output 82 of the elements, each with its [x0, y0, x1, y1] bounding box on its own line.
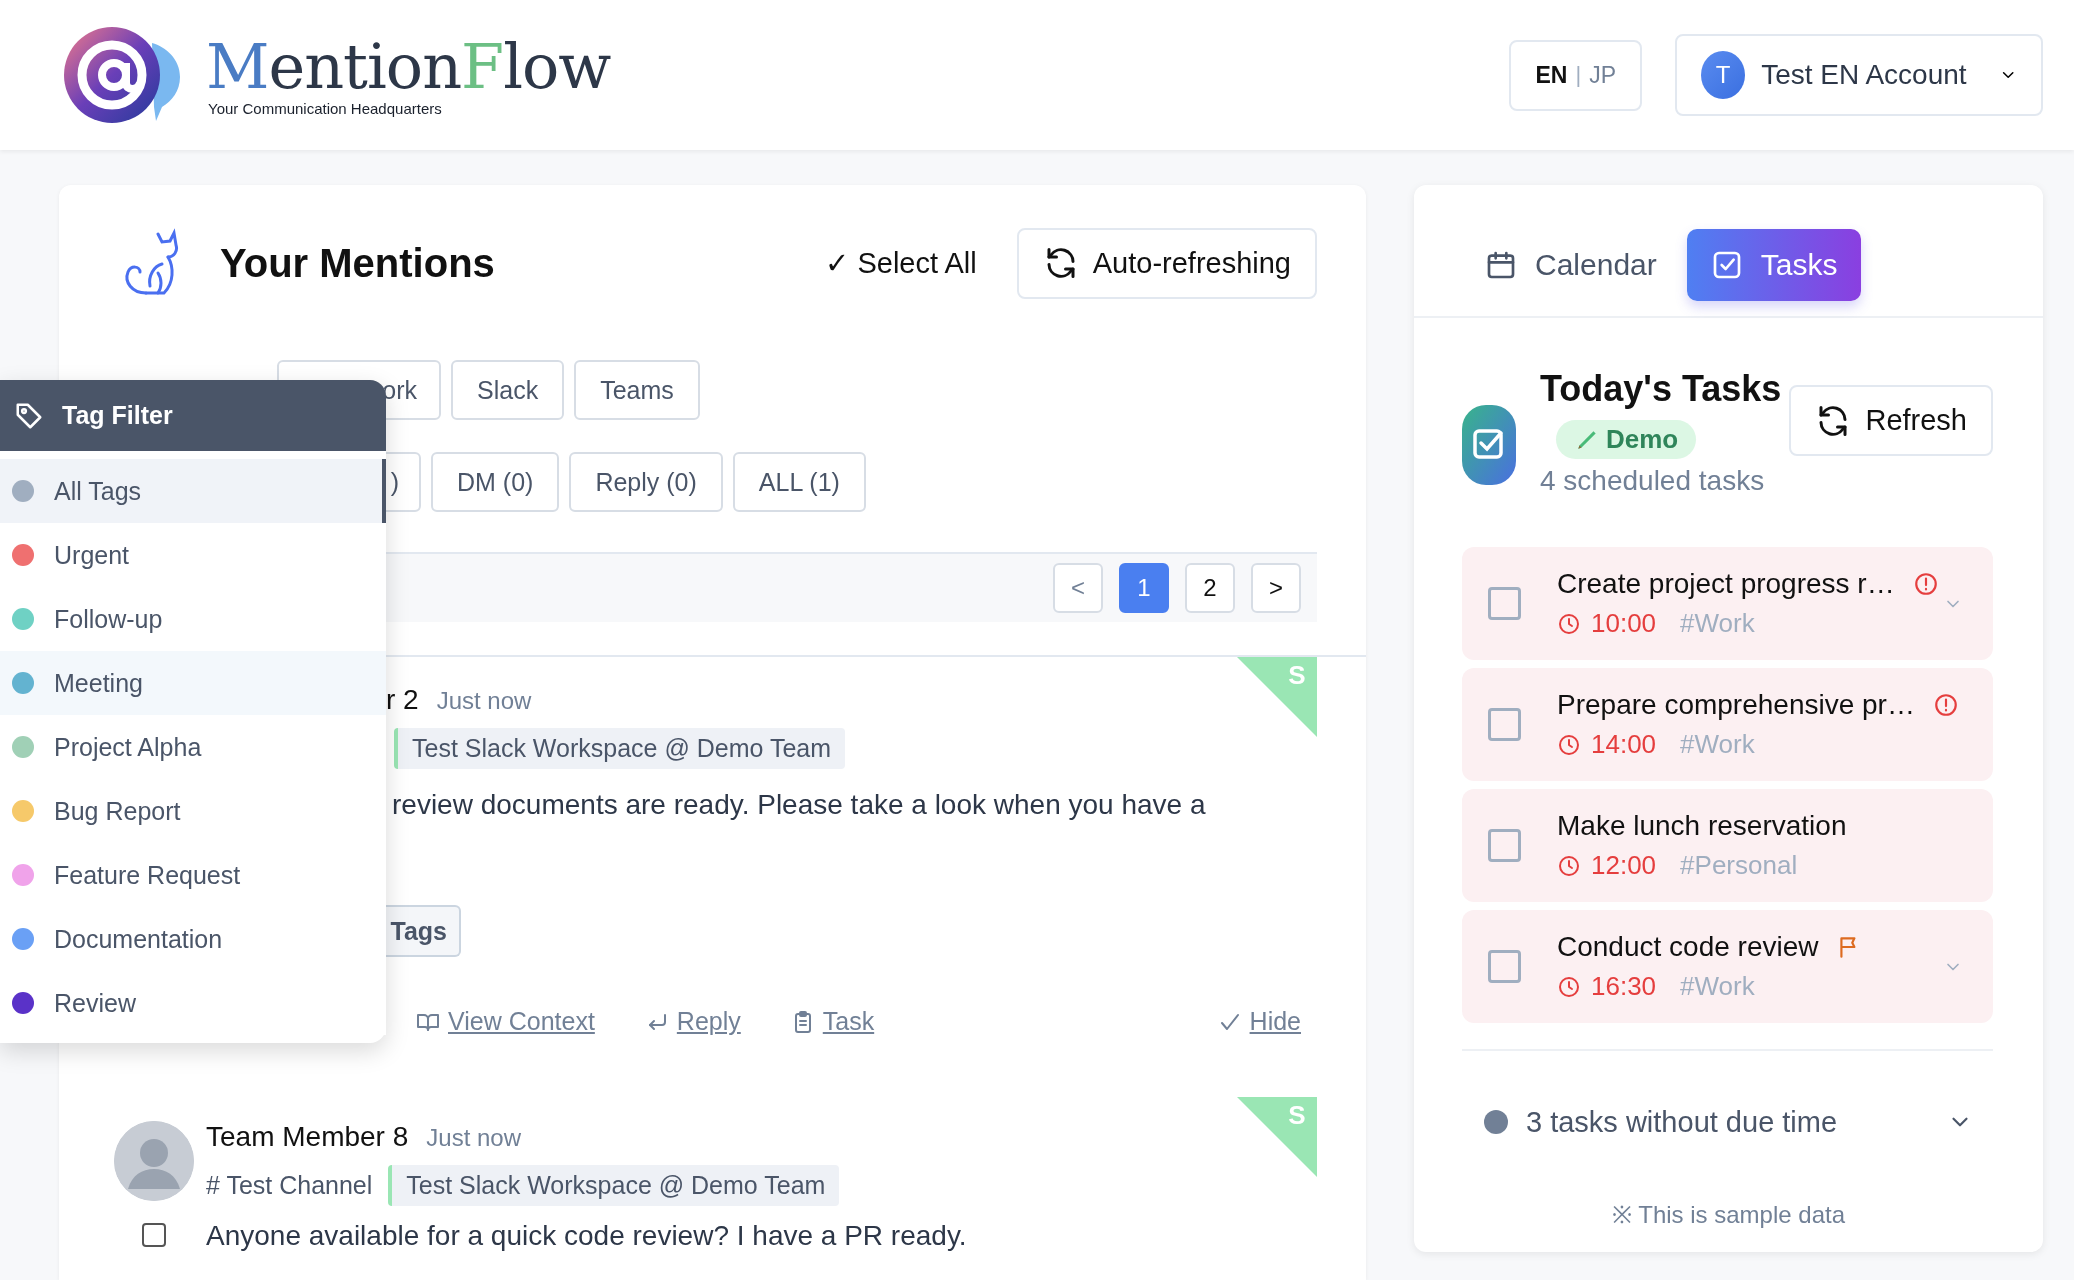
author-name: r 2: [386, 684, 419, 716]
task-title: Conduct code review: [1557, 931, 1819, 963]
action-link[interactable]: Task: [790, 1007, 875, 1036]
clock-icon: [1557, 974, 1581, 999]
clock-icon: [1557, 732, 1581, 757]
tag-option[interactable]: Follow-up: [0, 587, 386, 651]
panel-title: Today's Tasks: [1540, 368, 1783, 410]
clock-icon: [1557, 611, 1581, 636]
account-name: Test EN Account: [1761, 59, 1967, 91]
filter-button[interactable]: Teams: [574, 360, 700, 420]
popup-title: Tag Filter: [62, 401, 173, 430]
message-text: Anyone available for a quick code review? I have a PR ready.: [206, 1220, 967, 1252]
tag-option[interactable]: All Tags: [0, 459, 386, 523]
account-menu[interactable]: T Test EN Account: [1675, 34, 2043, 116]
message-text: review documents are ready. Please take a look when you have a: [392, 789, 1207, 821]
source-corner-badge: S: [1237, 1097, 1317, 1177]
action-link[interactable]: Hide: [1217, 1007, 1301, 1036]
calendar-icon: [1485, 249, 1517, 281]
task-count: 4 scheduled tasks: [1540, 465, 1766, 497]
auto-refresh-button[interactable]: Auto-refreshing: [1016, 227, 1317, 299]
task-card[interactable]: Prepare comprehensive pr… 14:00 #Work: [1462, 668, 1993, 781]
task-time: 10:00: [1557, 608, 1657, 639]
task-time: 12:00: [1557, 850, 1657, 881]
separator: |: [1575, 62, 1582, 88]
task-checkbox[interactable]: [1488, 587, 1521, 620]
refresh-button[interactable]: Refresh: [1789, 385, 1993, 456]
timestamp: Just now: [436, 687, 532, 715]
select-checkbox[interactable]: [142, 1223, 166, 1247]
task-checkbox[interactable]: [1488, 950, 1521, 983]
task-tag: #Work: [1680, 608, 1755, 639]
page-button[interactable]: 2: [1185, 563, 1235, 613]
filter-button[interactable]: Reply (0): [569, 452, 723, 512]
task-checkbox-logo-icon: [1462, 405, 1516, 485]
tag-option[interactable]: Documentation: [0, 907, 386, 971]
action-link[interactable]: View Context: [416, 1007, 595, 1036]
filter-button[interactable]: Slack: [451, 360, 565, 420]
badge-label: Demo: [1606, 424, 1679, 455]
tags-button[interactable]: Tags: [386, 905, 461, 957]
timestamp: Just now: [426, 1124, 521, 1152]
task-title: Make lunch reservation: [1557, 810, 1847, 842]
section-title: Your Mentions: [220, 240, 496, 286]
task-time: 16:30: [1557, 971, 1657, 1002]
author-name: Team Member 8: [206, 1121, 409, 1153]
previous-page-button[interactable]: <: [1053, 563, 1103, 613]
task-time: 14:00: [1557, 729, 1657, 760]
undated-tasks-toggle[interactable]: 3 tasks without due time: [1414, 1097, 2043, 1147]
status-dot-icon: [1484, 1110, 1508, 1134]
workspace-tag: Test Slack Workspace @ Demo Team: [394, 728, 846, 769]
select-all-button[interactable]: ✓ Select All: [825, 246, 977, 280]
task-checkbox[interactable]: [1488, 829, 1521, 862]
task-title: Prepare comprehensive pr…: [1557, 689, 1915, 721]
tab[interactable]: Calendar: [1485, 229, 1657, 301]
page-button[interactable]: 1: [1119, 563, 1169, 613]
app-title: MentionFlow: [206, 33, 611, 100]
task-card[interactable]: Conduct code review 16:30 #Work: [1462, 910, 1993, 1023]
task-title: Create project progress r…: [1557, 568, 1895, 600]
filter-button[interactable]: ALL (1): [732, 452, 866, 512]
language-option[interactable]: EN: [1535, 61, 1568, 89]
language-option[interactable]: JP: [1589, 61, 1616, 89]
tab[interactable]: Tasks: [1686, 229, 1862, 301]
tag-option[interactable]: Review: [0, 971, 386, 1035]
channel-name: # Test Channel: [206, 1171, 373, 1200]
task-tag: #Work: [1680, 971, 1755, 1002]
filter-button[interactable]: DM (0): [431, 452, 560, 512]
source-corner-badge: S: [1237, 657, 1317, 737]
action-link[interactable]: Reply: [644, 1007, 741, 1036]
account-avatar: T: [1701, 51, 1746, 99]
task-card[interactable]: Make lunch reservation 12:00 #Personal: [1462, 789, 1993, 902]
tagline: Your Communication Headquarters: [208, 99, 443, 117]
workspace-tag: Test Slack Workspace @ Demo Team: [388, 1165, 840, 1206]
task-tag: #Work: [1680, 729, 1755, 760]
tag-option[interactable]: Meeting: [0, 651, 386, 715]
tag-option[interactable]: Bug Report: [0, 779, 386, 843]
sample-data-note: ※ This is sample data: [1611, 1200, 1846, 1230]
next-page-button[interactable]: >: [1251, 563, 1301, 613]
clock-icon: [1557, 853, 1581, 878]
task-tag: #Personal: [1680, 850, 1798, 881]
tag-option[interactable]: Feature Request: [0, 843, 386, 907]
task-checkbox[interactable]: [1488, 708, 1521, 741]
tag-option[interactable]: Project Alpha: [0, 715, 386, 779]
tag-option[interactable]: Urgent: [0, 523, 386, 587]
task-card[interactable]: Create project progress r… 10:00 #Work: [1462, 547, 1993, 660]
